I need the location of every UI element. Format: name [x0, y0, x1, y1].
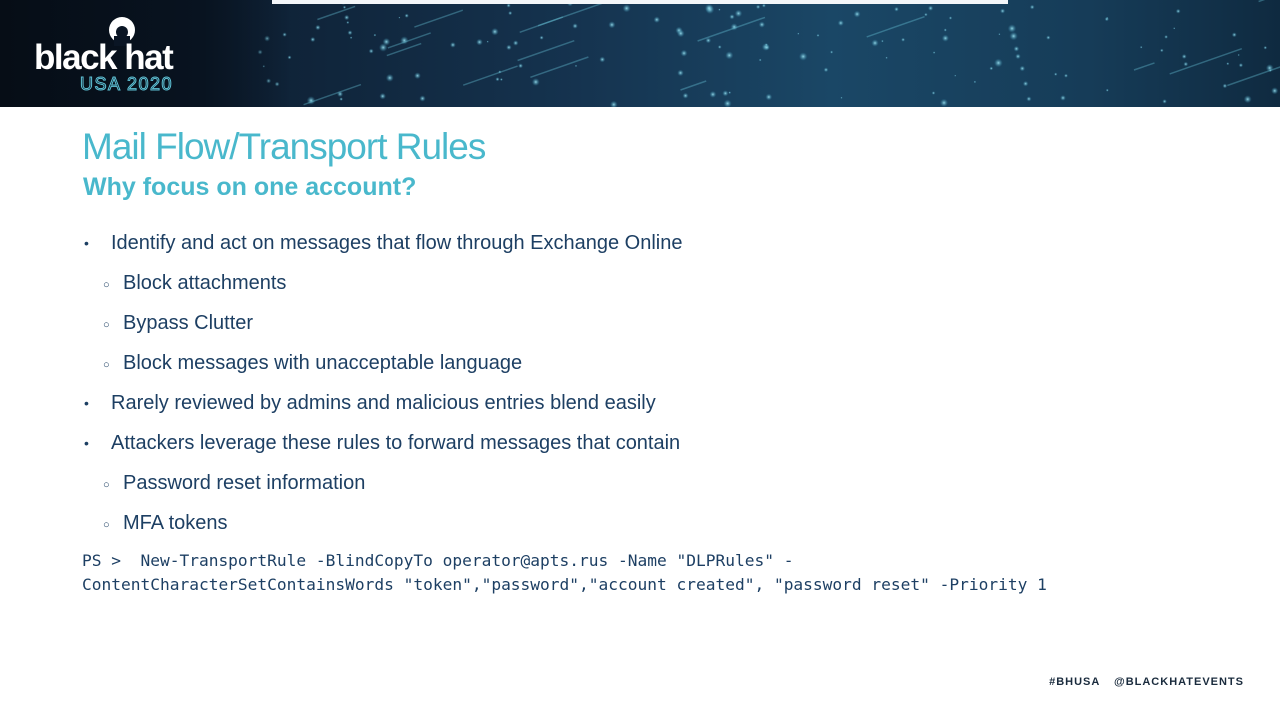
- bullet-text: Bypass Clutter: [123, 312, 254, 334]
- footer-tags: #BHUSA @BLACKHATEVENTS: [1039, 676, 1244, 688]
- bullet-circle-icon: ○: [103, 479, 110, 491]
- bullet-circle-icon: ○: [103, 319, 110, 331]
- bullet-text: Attackers leverage these rules to forwar…: [111, 432, 681, 454]
- footer-hashtag: #BHUSA: [1049, 676, 1100, 688]
- bullet-text: Password reset information: [123, 472, 366, 494]
- powershell-command-line-2: ContentCharacterSetContainsWords "token"…: [82, 575, 1047, 594]
- bullet-text: Block attachments: [123, 272, 287, 294]
- bullet-dot-icon: •: [84, 235, 89, 251]
- bullet-list: • Identify and act on messages that flow …: [0, 0, 1280, 720]
- bullet-text: Rarely reviewed by admins and malicious …: [111, 392, 656, 414]
- bullet-text: Block messages with unacceptable languag…: [123, 352, 523, 374]
- bullet-circle-icon: ○: [103, 279, 110, 291]
- powershell-command-line-1: PS > New-TransportRule -BlindCopyTo oper…: [82, 551, 794, 570]
- bullet-dot-icon: •: [84, 395, 89, 411]
- bullet-circle-icon: ○: [103, 359, 110, 371]
- bullet-text: MFA tokens: [123, 512, 228, 534]
- bullet-text: Identify and act on messages that flow t…: [111, 232, 683, 254]
- footer-handle: @BLACKHATEVENTS: [1113, 676, 1244, 688]
- bullet-circle-icon: ○: [103, 519, 110, 531]
- bullet-dot-icon: •: [84, 435, 89, 451]
- slide: black hat USA 2020 Mail Flow/Transport R…: [0, 0, 1280, 720]
